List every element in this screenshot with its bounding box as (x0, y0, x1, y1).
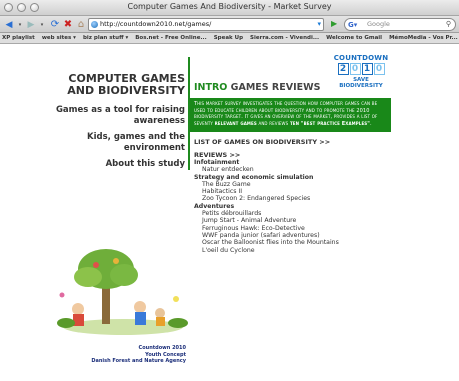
left-navigation: Games as a tool for raising awareness Ki… (45, 105, 185, 176)
game-item[interactable]: Zoo Tycoon 2: Endangered Species (194, 195, 339, 202)
countdown-2010-logo[interactable]: COUNTDOWN 2 0 1 0 SAVE BIODIVERSITY (331, 54, 391, 94)
logo-bottom-text: SAVE BIODIVERSITY (339, 77, 383, 89)
bookmark-item[interactable]: MémoMedia - Vos Pr... (389, 35, 458, 41)
bookmarks-bar: XP playlist web sites ▾ biz plan stuff ▾… (0, 33, 459, 44)
logo-digit: 0 (349, 63, 361, 75)
game-item[interactable]: Ferruginous Hawk: Eco-Detective (194, 225, 339, 232)
section-heading: INTRO GAMES REVIEWS (194, 82, 320, 93)
nav-kids-environment[interactable]: Kids, games and the environment (45, 132, 185, 153)
intro-best-practice: ten "best practice Examples" (289, 120, 370, 127)
reload-icon[interactable]: ⟳ (49, 18, 61, 31)
bookmark-item[interactable]: Sierra.com - Vivendi... (250, 35, 319, 41)
window-titlebar: Computer Games And Biodiversity - Market… (0, 0, 459, 16)
game-item[interactable]: L'oeil du Cyclone (194, 247, 339, 254)
search-icon[interactable]: ⚲ (446, 19, 451, 30)
logo-digit: 0 (373, 63, 385, 75)
reviews-link[interactable]: REVIEWS >> (194, 151, 240, 159)
children-nature-illustration (57, 249, 188, 335)
site-title-line2: AND BIODIVERSITY (67, 84, 185, 97)
logo-top-text: COUNTDOWN (333, 54, 389, 62)
browser-toolbar: ◀ ▾ ▶ ▾ ⟳ ✖ ⌂ http://countdown2010.net/g… (0, 16, 459, 33)
section-heading-rest: GAMES REVIEWS (227, 82, 321, 93)
site-globe-icon (91, 21, 98, 28)
google-engine-icon[interactable]: G▾ (348, 20, 357, 31)
go-arrow-icon[interactable]: ▶ (331, 19, 337, 28)
intro-text-box: This market survey investigates the ques… (190, 98, 391, 132)
intro-text: . (369, 120, 372, 127)
page-content: COMPUTER GAMES AND BIODIVERSITY Games as… (0, 45, 459, 381)
bookmark-item[interactable]: web sites ▾ (42, 35, 76, 41)
intro-text: and reviews (256, 120, 290, 127)
forward-arrow-icon[interactable]: ▶ (25, 18, 37, 31)
section-heading-accent: INTRO (194, 82, 228, 93)
logo-digits: 2 0 1 0 (331, 63, 391, 75)
home-icon[interactable]: ⌂ (75, 18, 87, 31)
nav-games-awareness[interactable]: Games as a tool for raising awareness (45, 105, 185, 126)
category-heading: Infotainment (194, 159, 240, 166)
search-placeholder: Google (367, 20, 390, 28)
game-item[interactable]: Oscar the Balloonist flies into the Moun… (194, 239, 339, 246)
site-title: COMPUTER GAMES AND BIODIVERSITY (35, 73, 185, 97)
bookmark-item[interactable]: Welcome to Gmail (326, 35, 382, 41)
list-of-games-link[interactable]: LIST OF GAMES ON BIODIVERSITY >> (194, 138, 330, 146)
address-url: http://countdown2010.net/games/ (100, 20, 212, 28)
logo-digit: 1 (361, 63, 373, 75)
game-item[interactable]: Habitactics II (194, 188, 339, 195)
back-arrow-icon[interactable]: ◀ (3, 18, 15, 31)
game-item[interactable]: The Buzz Game (194, 181, 339, 188)
forward-dropdown-icon[interactable]: ▾ (39, 18, 45, 31)
stop-icon[interactable]: ✖ (62, 18, 74, 31)
window-title: Computer Games And Biodiversity - Market… (127, 2, 332, 11)
category-heading: Strategy and economic simulation (194, 173, 314, 181)
intro-relevant-games: relevant games (214, 120, 257, 127)
credit-line: Danish Forest and Nature Agency (91, 358, 186, 364)
nav-about-study[interactable]: About this study (45, 159, 185, 170)
back-dropdown-icon[interactable]: ▾ (17, 18, 23, 31)
search-field[interactable]: G▾ Google ⚲ (344, 18, 456, 31)
credits: Countdown 2010 Youth Concept Danish Fore… (80, 345, 186, 365)
address-bar[interactable]: http://countdown2010.net/games/ ▾ (88, 18, 324, 31)
bookmark-item[interactable]: Bos.net - Free Online... (135, 35, 207, 41)
game-item[interactable]: Petits débrouillards (194, 210, 339, 217)
game-item[interactable]: WWF panda junior (safari adventures) (194, 232, 339, 239)
logo-digit: 2 (337, 63, 349, 75)
games-list: Infotainment Natur entdecken Strategy an… (194, 159, 339, 254)
category-heading: Adventures (194, 202, 235, 210)
bookmark-item[interactable]: biz plan stuff ▾ (83, 35, 128, 41)
bookmark-item[interactable]: XP playlist (2, 35, 35, 41)
game-item[interactable]: Natur entdecken (194, 166, 339, 173)
address-dropdown-icon[interactable]: ▾ (317, 19, 321, 30)
game-item[interactable]: Jump Start - Animal Adventure (194, 217, 339, 224)
bookmark-item[interactable]: Speak Up (214, 35, 243, 41)
